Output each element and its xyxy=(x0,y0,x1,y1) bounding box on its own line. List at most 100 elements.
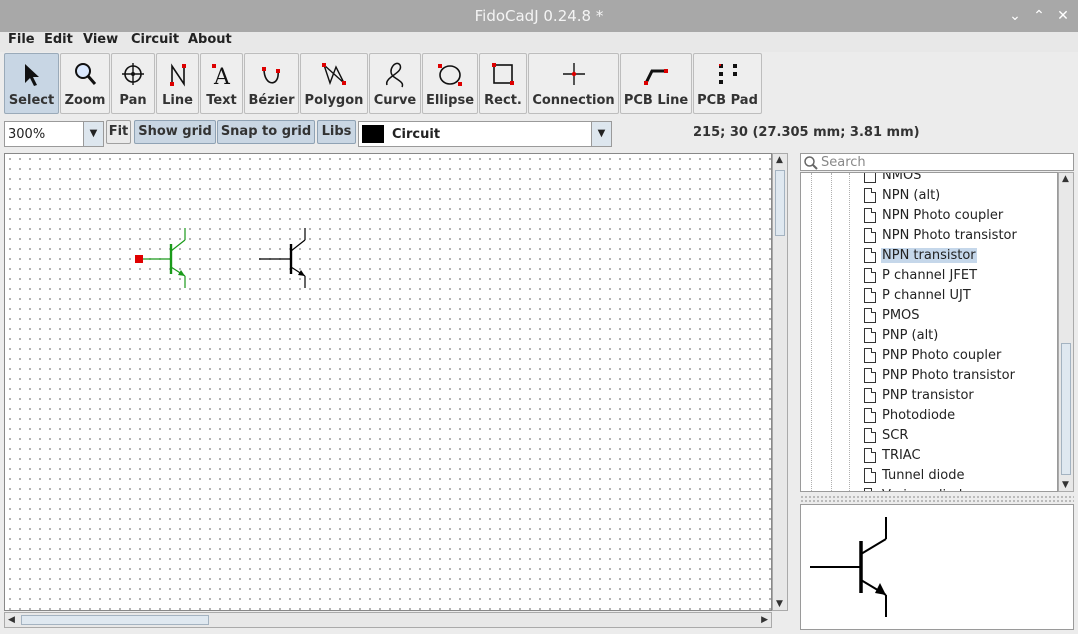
crosshair-icon xyxy=(122,63,144,85)
pcb-line-tool-button[interactable]: PCB Line xyxy=(620,53,692,114)
bezier-tool-button[interactable]: Bézier xyxy=(244,53,299,114)
document-icon xyxy=(864,428,876,443)
document-icon xyxy=(864,488,876,491)
document-icon xyxy=(864,208,876,223)
zoom-select[interactable]: 300% ▼ xyxy=(4,121,104,147)
document-icon xyxy=(864,388,876,403)
menu-view[interactable]: View xyxy=(83,32,118,52)
document-icon xyxy=(864,308,876,323)
pcb-line-icon xyxy=(644,69,668,85)
scroll-down-icon[interactable]: ▼ xyxy=(776,599,783,609)
library-search-input[interactable]: Search xyxy=(800,153,1074,171)
close-icon[interactable]: ✕ xyxy=(1053,6,1073,26)
connection-icon xyxy=(562,63,585,85)
window-title: FidoCadJ 0.24.8 * xyxy=(474,7,604,25)
library-item-label: PMOS xyxy=(882,308,920,323)
document-icon xyxy=(864,408,876,423)
library-item-label: PNP Photo coupler xyxy=(882,348,1002,363)
library-item-label: NPN Photo coupler xyxy=(882,208,1004,223)
menu-edit[interactable]: Edit xyxy=(44,32,73,52)
layer-select[interactable]: Circuit ▼ xyxy=(358,121,612,147)
magnifier-icon xyxy=(75,63,97,85)
document-icon xyxy=(864,188,876,203)
cursor-coordinates: 215; 30 (27.305 mm; 3.81 mm) xyxy=(693,125,920,140)
scroll-right-icon[interactable]: ▶ xyxy=(761,615,768,625)
selected-npn-transistor[interactable] xyxy=(135,228,186,288)
arrow-cursor-icon xyxy=(24,64,39,86)
library-item-label: Tunnel diode xyxy=(882,468,965,483)
maximize-icon[interactable]: ⌃ xyxy=(1029,6,1049,26)
line-tool-button[interactable]: Line xyxy=(156,53,199,114)
ellipse-icon xyxy=(438,64,462,86)
menu-file[interactable]: File xyxy=(8,32,35,52)
scroll-thumb[interactable] xyxy=(1061,343,1071,475)
document-icon xyxy=(864,348,876,363)
library-item-label: TRIAC xyxy=(882,448,921,463)
connection-tool-button[interactable]: Connection xyxy=(528,53,619,114)
search-icon xyxy=(804,156,818,170)
panel-splitter[interactable] xyxy=(800,495,1074,503)
document-icon xyxy=(864,368,876,383)
line-icon xyxy=(169,63,186,87)
library-item-label: NPN Photo transistor xyxy=(882,228,1017,243)
library-item-label: NPN transistor xyxy=(881,248,977,263)
fit-button[interactable]: Fit xyxy=(106,120,131,144)
npn-transistor[interactable] xyxy=(259,228,306,288)
selection-handle[interactable] xyxy=(135,255,143,263)
scroll-up-icon[interactable]: ▲ xyxy=(776,155,783,165)
polygon-icon xyxy=(322,63,346,86)
tool-bar: Select Zoom Pan Line A Text Bézier Polyg… xyxy=(0,52,1078,116)
library-scrollbar[interactable]: ▲ ▼ xyxy=(1058,172,1074,492)
rectangle-icon xyxy=(492,63,514,85)
document-icon xyxy=(864,468,876,483)
rectangle-tool-button[interactable]: Rect. xyxy=(479,53,527,114)
library-item-label: Photodiode xyxy=(882,408,956,423)
chevron-down-icon[interactable]: ▼ xyxy=(83,122,103,146)
pcb-pad-tool-button[interactable]: PCB Pad xyxy=(693,53,762,114)
select-tool-button[interactable]: Select xyxy=(4,53,59,114)
libs-toggle[interactable]: Libs xyxy=(317,120,356,144)
library-tree[interactable]: NMOS NPN (alt) NPN Photo coupler NPN Photo … xyxy=(800,172,1058,492)
menu-about[interactable]: About xyxy=(188,32,232,52)
library-item-label: P channel UJT xyxy=(882,288,971,303)
library-item-label: SCR xyxy=(882,428,909,443)
symbol-preview xyxy=(800,504,1074,630)
scroll-up-icon[interactable]: ▲ xyxy=(1062,174,1069,184)
curve-icon xyxy=(386,62,404,88)
canvas-vertical-scrollbar[interactable]: ▲ ▼ xyxy=(772,153,788,611)
curve-tool-button[interactable]: Curve xyxy=(369,53,421,114)
snap-to-grid-toggle[interactable]: Snap to grid xyxy=(217,120,315,144)
scroll-thumb[interactable] xyxy=(21,615,209,625)
minimize-icon[interactable]: ⌄ xyxy=(1005,6,1025,26)
library-item-label: PNP (alt) xyxy=(882,328,939,343)
menu-bar: File Edit View Circuit About xyxy=(0,32,1078,52)
npn-transistor-preview xyxy=(810,517,887,617)
show-grid-toggle[interactable]: Show grid xyxy=(134,120,216,144)
document-icon xyxy=(864,328,876,343)
polygon-tool-button[interactable]: Polygon xyxy=(300,53,368,114)
zoom-tool-button[interactable]: Zoom xyxy=(60,53,110,114)
canvas-horizontal-scrollbar[interactable]: ◀ ▶ xyxy=(4,612,772,628)
menu-circuit[interactable]: Circuit xyxy=(131,32,179,52)
scroll-thumb[interactable] xyxy=(775,170,785,236)
scroll-down-icon[interactable]: ▼ xyxy=(1062,480,1069,490)
library-item-label: Varicap diode xyxy=(881,488,971,491)
document-icon xyxy=(864,248,876,263)
layer-color-swatch xyxy=(362,125,384,143)
text-a-icon: A xyxy=(211,64,231,89)
svg-text:A: A xyxy=(213,65,231,89)
title-bar: FidoCadJ 0.24.8 * ⌄ ⌃ ✕ xyxy=(0,0,1078,32)
ellipse-tool-button[interactable]: Ellipse xyxy=(422,53,478,114)
pcb-pad-icon xyxy=(718,64,737,84)
library-item-label: PNP Photo transistor xyxy=(882,368,1015,383)
library-item-label: P channel JFET xyxy=(882,268,978,283)
search-placeholder: Search xyxy=(821,155,866,170)
zoom-value: 300% xyxy=(8,127,46,142)
chevron-down-icon[interactable]: ▼ xyxy=(591,122,611,146)
pan-tool-button[interactable]: Pan xyxy=(111,53,155,114)
document-icon xyxy=(864,448,876,463)
scroll-left-icon[interactable]: ◀ xyxy=(8,615,15,625)
drawing-canvas[interactable] xyxy=(4,153,772,611)
bezier-icon xyxy=(261,67,280,84)
text-tool-button[interactable]: A Text xyxy=(200,53,243,114)
